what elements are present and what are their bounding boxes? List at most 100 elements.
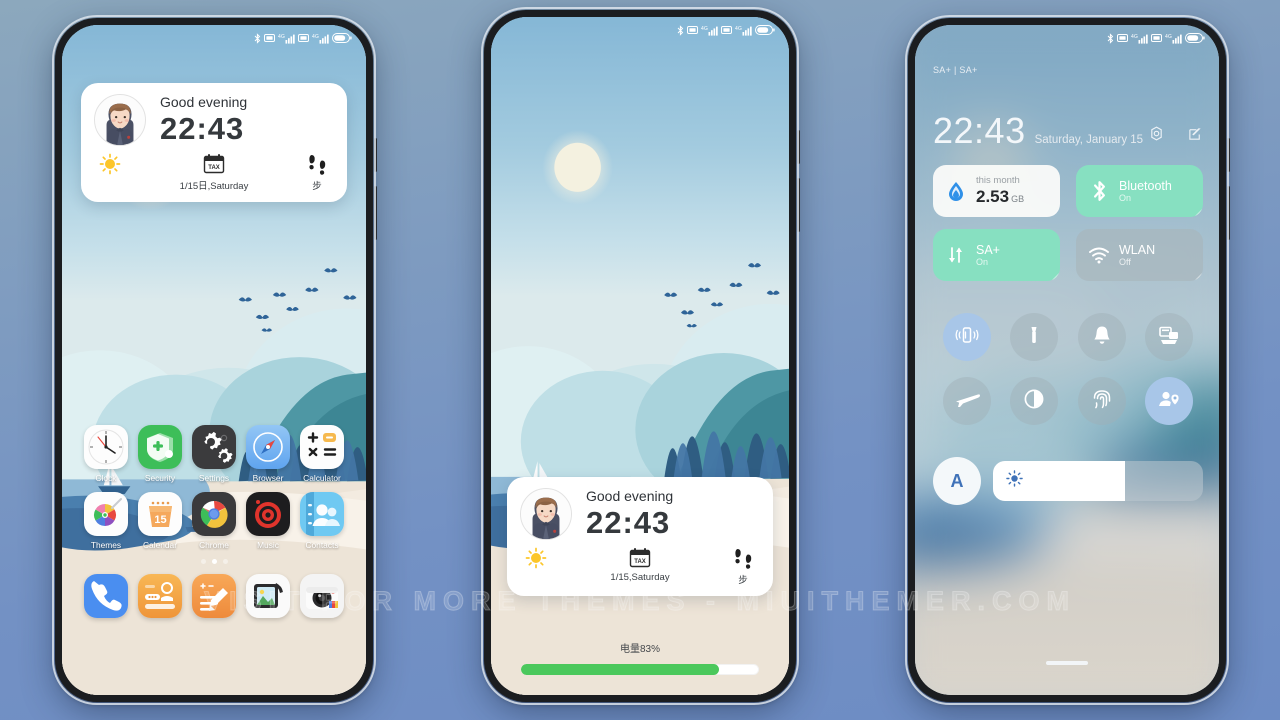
page-dot[interactable] (211, 559, 217, 564)
widget-top-row: Good evening 22:43 (507, 477, 773, 542)
steps-block: 步 (733, 546, 753, 586)
bluetooth-icon (254, 32, 261, 44)
chrome-icon[interactable] (192, 492, 236, 536)
brightness-sun-icon (1006, 470, 1023, 492)
browser-compass-icon[interactable] (246, 425, 290, 469)
toggle-screenshot[interactable] (1145, 313, 1194, 361)
toggle-dark-mode[interactable] (1010, 377, 1059, 425)
app-calendar[interactable]: 15 Calendar (138, 492, 182, 550)
clock-icon[interactable] (84, 425, 128, 469)
svg-text:4G: 4G (735, 26, 742, 32)
auto-brightness-button[interactable]: A (933, 457, 981, 505)
app-label: Themes (90, 540, 122, 550)
tile-corner (1051, 208, 1060, 217)
volume-button[interactable] (374, 186, 377, 240)
music-vinyl-icon[interactable] (246, 492, 290, 536)
data-usage-value: 2.53 GB (976, 187, 1024, 207)
calendar-15-icon[interactable]: 15 (138, 492, 182, 536)
lock-screen-surface: 4G 4G Good evening 22:43 TAX 1/15,Saturd… (491, 17, 789, 695)
toggle-vibrate[interactable] (942, 313, 991, 361)
notes-pencil-icon[interactable] (192, 574, 236, 618)
home-status-bar: 4G 4G (62, 25, 366, 51)
toggle-fingerprint[interactable] (1077, 377, 1126, 425)
signal2-icon: 4G (735, 26, 752, 36)
tile-bluetooth[interactable]: Bluetooth On (1076, 165, 1203, 217)
battery-icon (332, 33, 352, 43)
calculator-icon[interactable] (300, 425, 344, 469)
app-grid: Clock Security Settings Browser Calculat… (62, 425, 366, 618)
app-clock[interactable]: Clock (84, 425, 128, 483)
page-dot[interactable] (200, 559, 206, 564)
volume-button-3[interactable] (1227, 186, 1230, 240)
tile-data-usage[interactable]: this month 2.53 GB (933, 165, 1060, 217)
security-shield-icon[interactable] (138, 425, 182, 469)
contrast-circle-icon (1022, 387, 1046, 416)
app-calculator[interactable]: Calculator (300, 425, 344, 483)
dock-app-messages[interactable] (138, 574, 182, 618)
bluetooth-icon (1107, 32, 1114, 44)
battery-section: 电量83% (491, 640, 789, 675)
toggle-location[interactable] (1145, 377, 1194, 425)
widget-bottom-row: TAX 1/15日,Saturday 步 (81, 148, 347, 202)
battery-icon (755, 25, 775, 35)
messages-icon[interactable] (138, 574, 182, 618)
toggle-flashlight[interactable] (1010, 313, 1059, 361)
lock-clock-widget[interactable]: Good evening 22:43 TAX 1/15,Saturday 步 (507, 477, 773, 596)
steps-label: 步 (312, 181, 322, 192)
battery-icon (1185, 33, 1205, 43)
contacts-icon[interactable] (300, 492, 344, 536)
app-security[interactable]: Security (138, 425, 182, 483)
sun-icon (99, 152, 121, 176)
weather-block (99, 152, 121, 176)
app-chrome[interactable]: Chrome (192, 492, 236, 550)
app-settings[interactable]: Settings (192, 425, 236, 483)
tile-title: WLAN (1119, 242, 1156, 257)
bluetooth-icon (1087, 180, 1111, 202)
signal-icon: 4G (701, 26, 718, 36)
data-usage-unit: GB (1011, 193, 1025, 204)
page-dot[interactable] (222, 559, 228, 564)
widget-top-row: Good evening 22:43 (81, 83, 347, 148)
dock-app-phone[interactable] (84, 574, 128, 618)
power-button-2[interactable] (797, 130, 800, 164)
themes-pinwheel-icon[interactable] (84, 492, 128, 536)
app-music[interactable]: Music (246, 492, 290, 550)
app-browser[interactable]: Browser (246, 425, 290, 483)
brightness-slider[interactable] (993, 461, 1203, 501)
app-label: Settings (198, 473, 230, 483)
home-screen-surface: 4G 4G Good evening 22:43 TAX 1/15日,Satur… (62, 25, 366, 695)
dock-app-camera[interactable] (300, 574, 344, 618)
tile-mobile-data[interactable]: SA+ On (933, 229, 1060, 281)
toggle-airplane-mode[interactable] (942, 377, 991, 425)
widget-text: Good evening 22:43 (586, 488, 673, 540)
gear-icon[interactable] (1149, 126, 1164, 146)
dock-app-notes[interactable] (192, 574, 236, 618)
gallery-photo-icon[interactable] (246, 574, 290, 618)
settings-gear-icon[interactable] (192, 425, 236, 469)
toggle-silent[interactable] (1077, 313, 1126, 361)
edit-pencil-icon[interactable] (1188, 126, 1203, 146)
app-themes[interactable]: Themes (84, 492, 128, 550)
power-button-3[interactable] (1227, 138, 1230, 172)
app-label: Browser (252, 473, 284, 483)
page-indicator[interactable] (62, 559, 366, 564)
fingerprint-icon (1090, 387, 1114, 416)
sim-icon (1117, 34, 1128, 42)
app-contacts[interactable]: Contacts (300, 492, 344, 550)
phone-home-screen: 4G 4G Good evening 22:43 TAX 1/15日,Satur… (52, 15, 377, 705)
control-center-panel: SA+ | SA+ 22:43 Saturday, January 15 thi… (915, 25, 1219, 695)
app-label: Calculator (303, 473, 341, 483)
data-arrows-icon (944, 245, 968, 265)
svg-text:4G: 4G (1131, 34, 1138, 40)
power-button[interactable] (374, 138, 377, 172)
footsteps-icon (307, 152, 327, 176)
tile-wlan[interactable]: WLAN Off (1076, 229, 1203, 281)
volume-button-2[interactable] (797, 178, 800, 232)
home-clock-widget[interactable]: Good evening 22:43 TAX 1/15日,Saturday 步 (81, 83, 347, 202)
phone-control-center: 4G 4G SA+ | SA+ 22:43 Saturday, January … (905, 15, 1230, 705)
phone-dialer-icon[interactable] (84, 574, 128, 618)
dock-app-gallery[interactable] (246, 574, 290, 618)
camera-icon[interactable] (300, 574, 344, 618)
battery-fill (521, 664, 719, 675)
drag-handle-icon[interactable] (1046, 661, 1088, 665)
